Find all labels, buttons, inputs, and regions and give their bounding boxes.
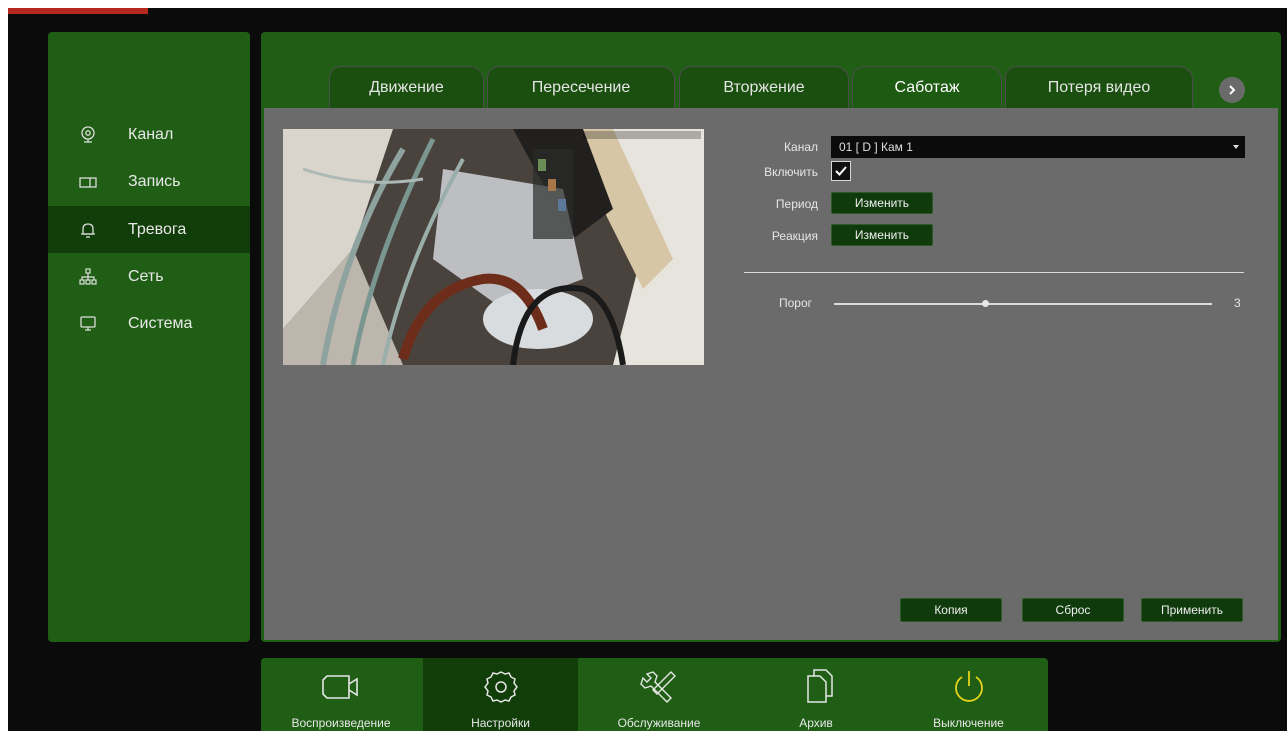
dock-item-shutdown[interactable]: Выключение [891,658,1046,731]
period-label: Период [775,197,818,211]
dock-item-settings[interactable]: Настройки [423,658,578,731]
enable-label: Включить [764,165,818,179]
sidebar-item-alarm[interactable]: Тревога [48,206,250,253]
reaction-label: Реакция [771,229,818,243]
reset-button[interactable]: Сброс [1022,598,1124,622]
network-icon [48,267,128,286]
tabs-next-button[interactable] [1219,77,1245,103]
tab-motion[interactable]: Движение [329,66,484,109]
dropdown-caret-icon [1233,145,1239,149]
camera-preview [283,129,704,365]
channel-label: Канал [784,140,818,154]
bottom-dock: Воспроизведение Настройки Обслуживание А… [261,658,1048,731]
video-camera-icon [322,675,358,699]
sidebar-item-record[interactable]: Запись [48,158,250,205]
sidebar-item-label: Запись [128,172,181,190]
settings-content: Канал 01 [ D ] Кам 1 Включить Период Изм… [264,108,1278,640]
gear-icon [483,671,518,703]
top-accent-bar [8,8,148,14]
checkmark-icon [835,166,847,176]
sidebar-item-network[interactable]: Сеть [48,253,250,300]
dock-item-maintenance[interactable]: Обслуживание [579,658,739,731]
form-divider [744,272,1244,273]
sidebar-item-channel[interactable]: Канал [48,111,250,158]
apply-button[interactable]: Применить [1141,598,1243,622]
settings-sidebar: Канал Запись Тревога Сеть Система [48,32,250,642]
sidebar-item-label: Тревога [128,220,187,238]
dock-item-label: Архив [799,716,833,730]
threshold-slider[interactable] [834,300,1212,307]
dock-item-archive[interactable]: Архив [741,658,891,731]
period-edit-button[interactable]: Изменить [831,192,933,214]
sidebar-item-system[interactable]: Система [48,300,250,347]
dock-item-playback[interactable]: Воспроизведение [261,658,421,731]
channel-select-value: 01 [ D ] Кам 1 [839,140,913,154]
sidebar-item-label: Система [128,314,193,332]
tools-icon [640,671,676,703]
threshold-value: 3 [1234,296,1241,310]
sidebar-item-label: Канал [128,125,174,143]
files-icon [807,669,833,703]
dock-item-label: Настройки [471,716,530,730]
dvr-screen: Канал Запись Тревога Сеть Система Движен… [8,8,1287,731]
monitor-icon [48,315,128,333]
copy-button[interactable]: Копия [900,598,1002,622]
threshold-slider-knob[interactable] [982,300,990,307]
sidebar-item-label: Сеть [128,267,164,285]
tab-tamper[interactable]: Саботаж [852,66,1002,109]
tab-line-crossing[interactable]: Пересечение [487,66,675,109]
main-panel: Движение Пересечение Вторжение Саботаж П… [261,32,1281,642]
dock-item-label: Выключение [933,716,1004,730]
channel-select[interactable]: 01 [ D ] Кам 1 [831,136,1245,158]
dock-item-label: Воспроизведение [291,716,391,730]
enable-checkbox[interactable] [831,161,851,181]
tab-intrusion[interactable]: Вторжение [679,66,849,109]
power-icon [954,671,983,702]
tab-video-loss[interactable]: Потеря видео [1005,66,1193,109]
dock-item-label: Обслуживание [617,716,701,730]
bell-icon [48,221,128,239]
camera-channel-icon [48,125,128,144]
threshold-label: Порог [778,296,812,310]
reaction-edit-button[interactable]: Изменить [831,224,933,246]
record-icon [48,173,128,191]
chevron-right-icon [1229,85,1236,95]
